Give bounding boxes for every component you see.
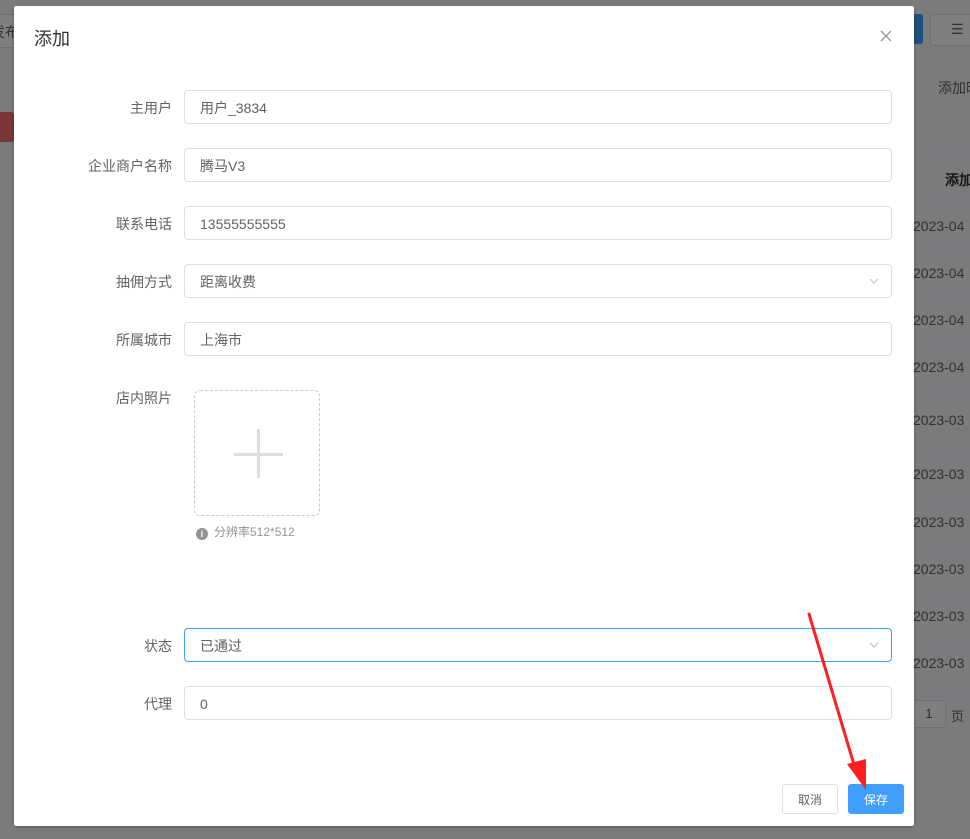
agent-input[interactable]: 0 [184,686,892,720]
merchant-name-input[interactable]: 腾马V3 [184,148,892,182]
main-user-label: 主用户 [130,100,172,116]
close-icon[interactable] [876,26,896,46]
merchant-name-label: 企业商户名称 [88,158,172,174]
plus-icon [257,429,260,478]
city-label: 所属城市 [116,332,172,348]
photo-hint-text: 分辨率512*512 [214,525,295,539]
save-button[interactable]: 保存 [848,784,904,814]
add-dialog: 添加 主用户 用户_3834 企业商户名称 腾马V3 联系电话 13555555… [14,6,914,826]
dialog-title: 添加 [34,29,70,49]
photo-upload-button[interactable] [194,390,320,516]
commission-label: 抽佣方式 [116,274,172,290]
main-user-input[interactable]: 用户_3834 [184,90,892,124]
commission-select-value: 距离收费 [200,274,256,290]
phone-input[interactable]: 13555555555 [184,206,892,240]
city-input[interactable]: 上海市 [184,322,892,356]
cancel-button[interactable]: 取消 [782,784,838,814]
info-icon: i [196,528,208,540]
photo-label: 店内照片 [116,390,172,406]
status-label: 状态 [144,638,172,654]
status-select[interactable]: 已通过 [184,628,892,662]
status-select-value: 已通过 [200,638,242,654]
agent-label: 代理 [144,696,172,712]
chevron-down-icon [869,278,879,284]
chevron-down-icon [869,642,879,648]
photo-hint: i 分辨率512*512 [196,524,295,540]
phone-label: 联系电话 [116,216,172,232]
commission-select[interactable]: 距离收费 [184,264,892,298]
